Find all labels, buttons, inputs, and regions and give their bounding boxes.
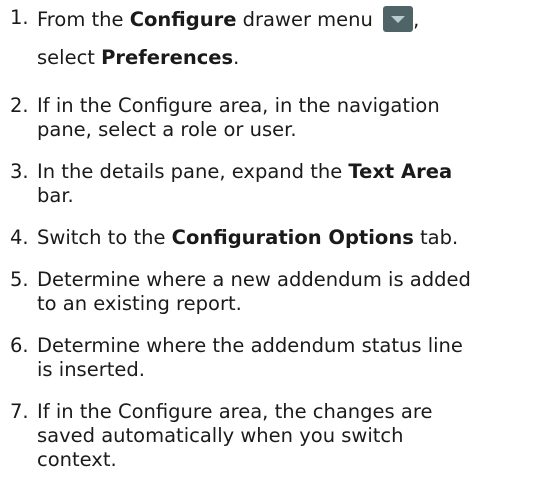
step-text: From the Configure drawer menu , select … — [37, 6, 420, 69]
configuration-options-label: Configuration Options — [171, 226, 414, 249]
step-number: 2. — [10, 94, 29, 117]
step-number: 6. — [10, 334, 29, 357]
step-text: Determine where the addendum status line… — [37, 334, 463, 381]
step-text: If in the Configure area, in the navigat… — [37, 94, 440, 141]
step-number: 5. — [10, 268, 29, 291]
configure-label: Configure — [129, 8, 237, 31]
numbered-steps-list: 1. From the Configure drawer menu , sele… — [0, 0, 544, 477]
step-text: In the details pane, expand the Text Are… — [37, 160, 453, 207]
step-text: Switch to the Configuration Options tab. — [37, 226, 459, 249]
text-area-label: Text Area — [348, 160, 453, 183]
step-number: 1. — [10, 6, 29, 29]
preferences-label: Preferences — [101, 46, 234, 69]
drawer-menu-dropdown-icon — [383, 6, 414, 32]
step-text: If in the Configure area, the changes ar… — [37, 400, 433, 471]
step-number: 3. — [10, 160, 29, 183]
step-number: 4. — [10, 226, 29, 249]
step-text: Determine where a new addendum is added … — [37, 268, 471, 315]
step-number: 7. — [10, 400, 29, 423]
